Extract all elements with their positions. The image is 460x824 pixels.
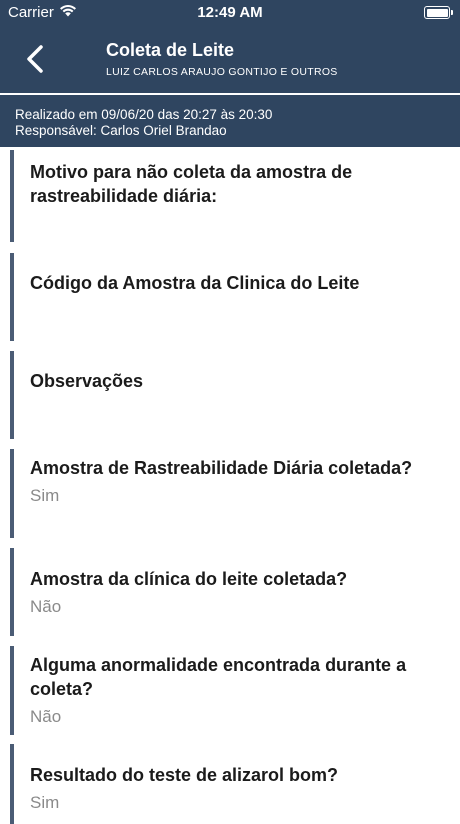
page-subtitle: LUIZ CARLOS ARAUJO GONTIJO E OUTROS — [106, 66, 338, 78]
item-value: Sim — [30, 793, 60, 812]
list-item: Resultado do teste de alizarol bom? Sim — [10, 744, 460, 824]
list-item: Código da Amostra da Clinica do Leite — [10, 253, 460, 341]
list-item: Amostra da clínica do leite coletada? Nã… — [10, 548, 460, 636]
item-label: Código da Amostra da Clinica do Leite — [30, 273, 360, 293]
status-time: 12:49 AM — [197, 4, 263, 21]
item-label: Alguma anormalidade encontrada durante a… — [30, 655, 407, 699]
header: Carrier 12:49 AM Coleta de Leite LUIZ CA… — [0, 0, 460, 95]
responsavel-text: Responsável: Carlos Oriel Brandao — [15, 123, 227, 138]
realizado-text: Realizado em 09/06/20 das 20:27 às 20:30 — [15, 107, 273, 122]
back-button[interactable] — [22, 44, 48, 78]
list-item: Alguma anormalidade encontrada durante a… — [10, 646, 460, 735]
page-title: Coleta de Leite — [106, 40, 235, 60]
item-label: Observações — [30, 371, 144, 391]
item-label: Motivo para não coleta da amostra de ras… — [30, 162, 353, 206]
list-item: Motivo para não coleta da amostra de ras… — [10, 150, 460, 242]
header-divider — [0, 93, 460, 95]
list-item: Observações — [10, 351, 460, 439]
chevron-left-icon — [26, 44, 44, 78]
status-bar: Carrier 12:49 AM — [0, 0, 460, 26]
details-list: Motivo para não coleta da amostra de ras… — [0, 147, 460, 824]
list-item: Amostra de Rastreabilidade Diária coleta… — [10, 449, 460, 538]
item-label: Amostra da clínica do leite coletada? — [30, 569, 348, 589]
battery-icon — [424, 6, 453, 19]
nav-bar: Coleta de Leite LUIZ CARLOS ARAUJO GONTI… — [0, 26, 460, 93]
item-label: Resultado do teste de alizarol bom? — [30, 765, 339, 785]
item-value: Não — [30, 597, 62, 616]
item-label: Amostra de Rastreabilidade Diária coleta… — [30, 458, 413, 478]
meta-info: Realizado em 09/06/20 das 20:27 às 20:30… — [0, 95, 460, 147]
item-value: Não — [30, 707, 62, 726]
item-value: Sim — [30, 486, 60, 505]
